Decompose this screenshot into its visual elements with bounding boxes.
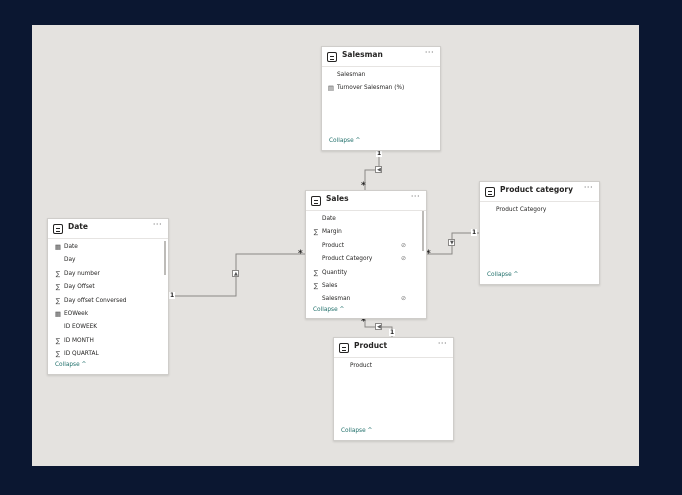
rel-one-marker: 1 <box>471 229 478 236</box>
sigma-icon: ∑ <box>55 336 61 345</box>
field-label: EOWeek <box>64 310 89 317</box>
table-title: Sales <box>326 194 349 203</box>
collapse-link[interactable]: Collapse ^ <box>341 428 372 434</box>
more-options-icon[interactable]: ··· <box>153 220 162 229</box>
field-label: Salesman <box>337 72 366 78</box>
rel-one-marker: 1 <box>389 329 396 336</box>
rel-one-marker: 1 <box>376 150 383 157</box>
field-label: Product <box>322 242 345 249</box>
sigma-icon: ∑ <box>313 268 319 277</box>
table-card-sales[interactable]: Sales ··· Date ∑ Margin Product ⊘ Produc… <box>305 190 427 319</box>
field-label: Margin <box>322 229 342 236</box>
table-card-product[interactable]: Product ··· Product Collapse ^ <box>333 337 454 441</box>
table-icon <box>53 224 63 234</box>
table-card-date[interactable]: Date ··· ▦ Date Day ∑ Day number ∑ Day O… <box>47 218 169 375</box>
field-label: Day number <box>64 270 100 277</box>
calendar-icon: ▦ <box>54 243 62 251</box>
field-row[interactable]: Product ⊘ <box>306 240 426 253</box>
table-icon <box>485 187 495 197</box>
field-row[interactable]: ∑ Day offset Conversed <box>48 295 168 308</box>
field-label: Date <box>64 244 78 250</box>
field-row[interactable]: Product <box>334 360 453 373</box>
field-row[interactable]: ∑ Quantity <box>306 267 426 280</box>
sigma-icon: ∑ <box>55 269 61 278</box>
field-label: Date <box>322 216 336 222</box>
field-row[interactable]: ∑ ID MONTH <box>48 335 168 348</box>
table-card-header[interactable]: Salesman ··· <box>322 47 440 67</box>
field-label: Day Offset <box>64 284 95 291</box>
field-row[interactable]: ∑ Margin <box>306 226 426 239</box>
table-card-salesman[interactable]: Salesman ··· Salesman ▤ Turnover Salesma… <box>321 46 441 151</box>
field-row[interactable]: ∑ Day number <box>48 268 168 281</box>
table-card-product-category[interactable]: Product category ··· Product Category Co… <box>479 181 600 285</box>
more-options-icon[interactable]: ··· <box>411 192 420 201</box>
table-card-header[interactable]: Date ··· <box>48 219 168 239</box>
collapse-link[interactable]: Collapse ^ <box>313 307 344 313</box>
field-label: Sales <box>322 282 338 289</box>
sigma-icon: ∑ <box>313 228 319 237</box>
field-row[interactable]: Date <box>306 213 426 226</box>
table-title: Date <box>68 222 88 231</box>
field-label: Turnover Salesman (%) <box>337 85 405 92</box>
table-icon <box>339 343 349 353</box>
measure-table-icon: ▤ <box>327 84 335 93</box>
field-label: Day <box>64 257 76 264</box>
field-label: Product Category <box>322 256 373 263</box>
field-row[interactable]: ∑ Sales <box>306 280 426 293</box>
more-options-icon[interactable]: ··· <box>584 183 593 192</box>
field-label: Salesman <box>322 296 351 303</box>
eye-slash-icon[interactable]: ⊘ <box>401 255 406 262</box>
table-title: Product category <box>500 185 573 194</box>
field-label: Product Category <box>496 207 547 213</box>
cross-filter-direction-icon[interactable]: ▲ <box>232 270 239 277</box>
field-row[interactable]: ▤ Turnover Salesman (%) <box>321 82 440 95</box>
cross-filter-direction-icon[interactable]: ▼ <box>448 239 455 246</box>
field-row[interactable]: Product Category ⊘ <box>306 253 426 266</box>
cross-filter-direction-icon[interactable]: ◀ <box>375 323 382 330</box>
scrollbar[interactable] <box>164 241 166 275</box>
field-row[interactable]: Day <box>48 254 168 267</box>
field-label: Product <box>350 363 373 369</box>
sigma-icon: ∑ <box>55 296 61 305</box>
field-label: Day offset Conversed <box>64 297 127 304</box>
table-card-header[interactable]: Product category ··· <box>480 182 599 202</box>
calendar-icon: ▦ <box>54 309 62 318</box>
sigma-icon: ∑ <box>313 281 319 290</box>
sigma-icon: ∑ <box>55 283 61 292</box>
field-row[interactable]: Salesman <box>321 69 440 82</box>
collapse-link[interactable]: Collapse ^ <box>487 272 518 278</box>
field-row[interactable]: ▦ Date <box>48 241 168 254</box>
field-label: ID QUARTAL <box>64 351 99 358</box>
field-row[interactable]: ID EOWEEK <box>48 321 168 334</box>
eye-slash-icon[interactable]: ⊘ <box>401 242 406 249</box>
table-icon <box>327 52 337 62</box>
more-options-icon[interactable]: ··· <box>438 339 447 348</box>
rel-many-marker: * <box>361 317 366 327</box>
collapse-link[interactable]: Collapse ^ <box>55 362 86 368</box>
cross-filter-direction-icon[interactable]: ◀ <box>375 166 382 173</box>
rel-many-marker: * <box>298 249 303 259</box>
field-row[interactable]: ∑ Day Offset <box>48 281 168 294</box>
table-icon <box>311 196 321 206</box>
table-title: Salesman <box>342 50 383 59</box>
table-card-header[interactable]: Sales ··· <box>306 191 426 211</box>
scrollbar[interactable] <box>422 211 424 251</box>
more-options-icon[interactable]: ··· <box>425 48 434 57</box>
rel-one-marker: 1 <box>169 292 176 299</box>
eye-slash-icon[interactable]: ⊘ <box>401 295 406 302</box>
table-card-header[interactable]: Product ··· <box>334 338 453 358</box>
field-label: ID EOWEEK <box>64 324 98 331</box>
sigma-icon: ∑ <box>55 350 61 359</box>
table-title: Product <box>354 341 388 350</box>
field-row[interactable]: ▦ EOWeek <box>48 308 168 321</box>
field-row[interactable]: Product Category <box>480 204 599 217</box>
field-label: ID MONTH <box>64 337 94 344</box>
collapse-link[interactable]: Collapse ^ <box>329 138 360 144</box>
field-label: Quantity <box>322 269 348 276</box>
